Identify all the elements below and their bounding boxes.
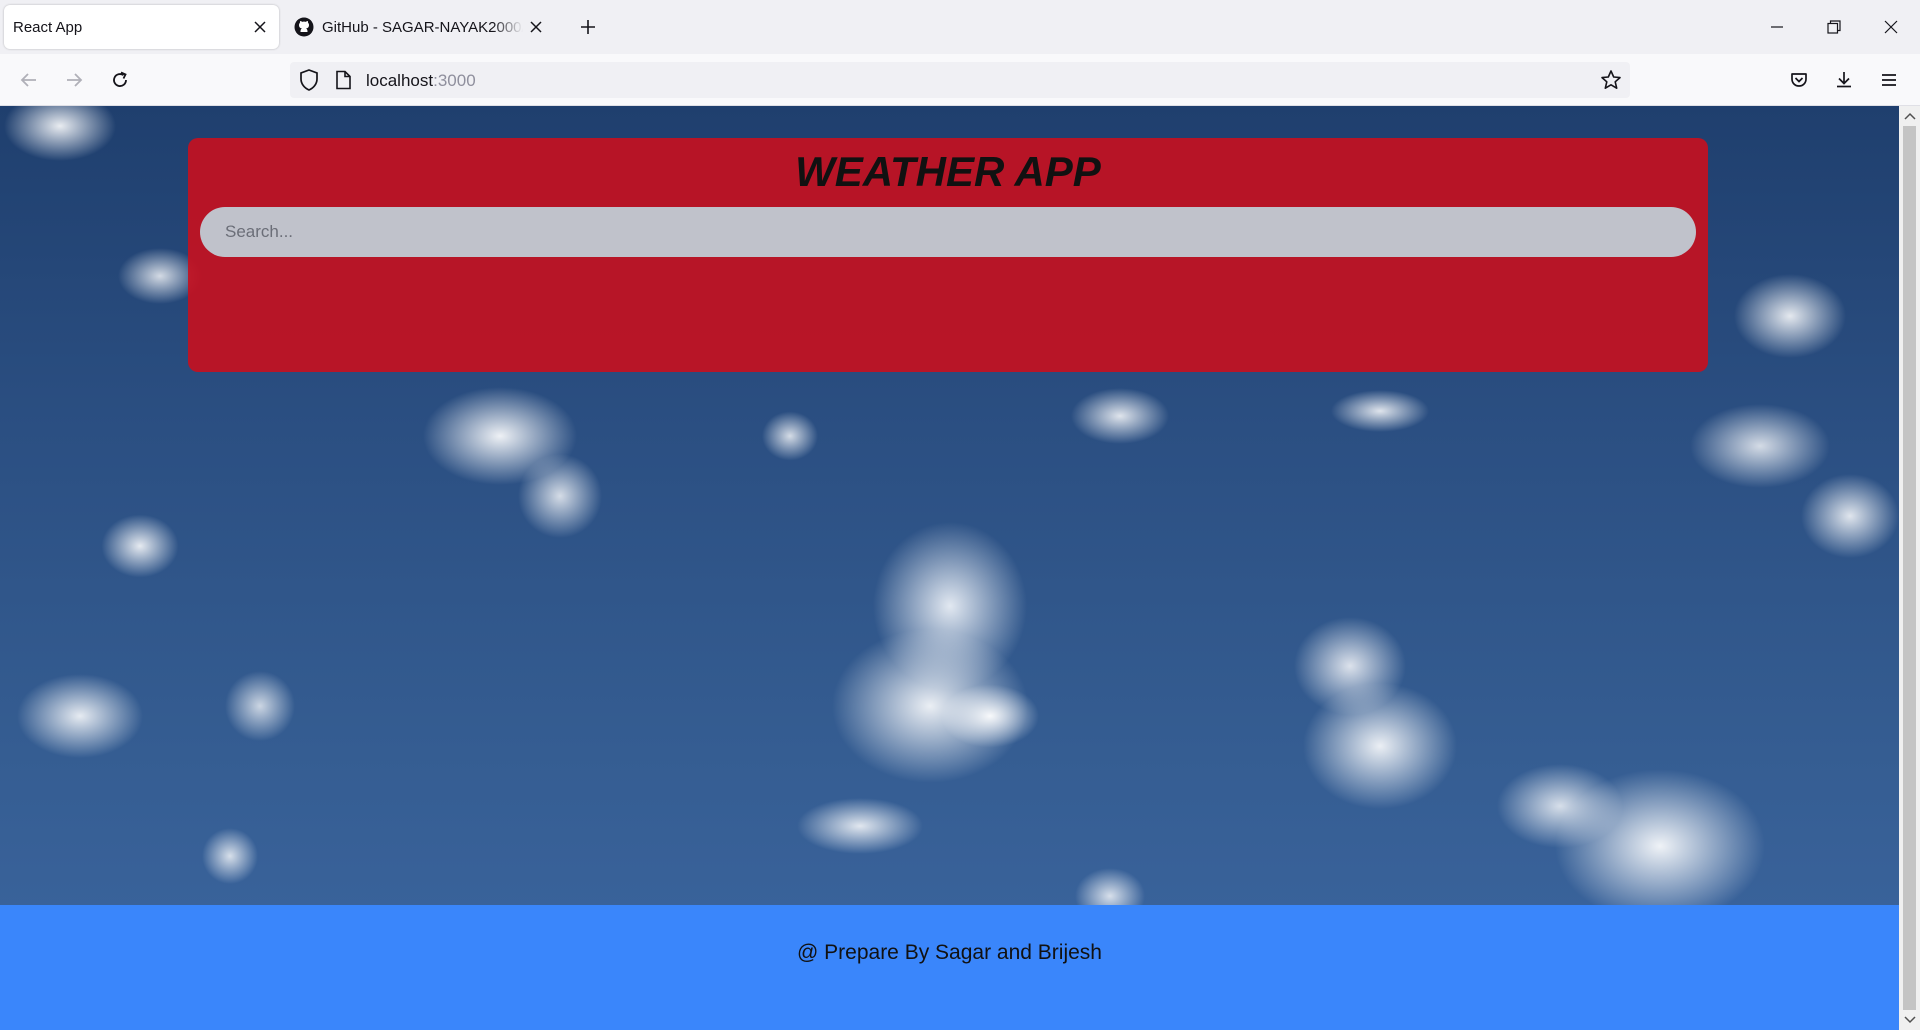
tab-react-app[interactable]: React App	[4, 5, 279, 49]
shield-icon[interactable]	[298, 68, 320, 97]
page-info-icon[interactable]	[334, 70, 352, 95]
scroll-down-arrow-icon[interactable]	[1899, 1011, 1920, 1029]
close-window-icon[interactable]	[1871, 9, 1911, 45]
url-text: localhost:3000	[366, 71, 476, 91]
reload-icon[interactable]	[104, 64, 136, 96]
restore-icon[interactable]	[1814, 9, 1854, 45]
app-title: WEATHER APP	[795, 148, 1101, 195]
search-input[interactable]	[200, 207, 1696, 257]
menu-hamburger-icon[interactable]	[1873, 64, 1905, 96]
navigation-bar: localhost:3000	[0, 54, 1920, 106]
page-viewport: WEATHER APP @ Prepare By Sagar and Brije…	[0, 106, 1899, 1030]
tab-title: React App	[13, 18, 83, 36]
forward-arrow-icon[interactable]	[58, 64, 90, 96]
footer-credit: @ Prepare By Sagar and Brijesh	[797, 941, 1102, 964]
vertical-scrollbar[interactable]	[1899, 106, 1920, 1030]
tab-github[interactable]: GitHub - SAGAR-NAYAK2000/w	[290, 5, 555, 49]
pocket-icon[interactable]	[1783, 64, 1815, 96]
github-icon	[294, 17, 314, 37]
minimize-icon[interactable]	[1757, 9, 1797, 45]
back-arrow-icon[interactable]	[13, 64, 45, 96]
bookmark-star-icon[interactable]	[1600, 69, 1622, 96]
scroll-thumb[interactable]	[1903, 126, 1916, 1010]
url-bar[interactable]: localhost:3000	[290, 62, 1630, 98]
weather-card: WEATHER APP	[188, 138, 1708, 372]
tab-bar: React App GitHub - SAGAR-NAYAK2000/w	[0, 0, 1920, 54]
scroll-up-arrow-icon[interactable]	[1899, 107, 1920, 125]
footer: @ Prepare By Sagar and Brijesh	[0, 905, 1899, 1030]
url-port: :3000	[433, 71, 476, 90]
download-icon[interactable]	[1828, 64, 1860, 96]
close-tab-icon[interactable]	[247, 14, 273, 40]
close-tab-icon[interactable]	[523, 14, 549, 40]
tab-title: GitHub - SAGAR-NAYAK2000/w	[322, 18, 523, 36]
url-host: localhost	[366, 71, 434, 90]
new-tab-plus-icon[interactable]	[574, 13, 602, 41]
